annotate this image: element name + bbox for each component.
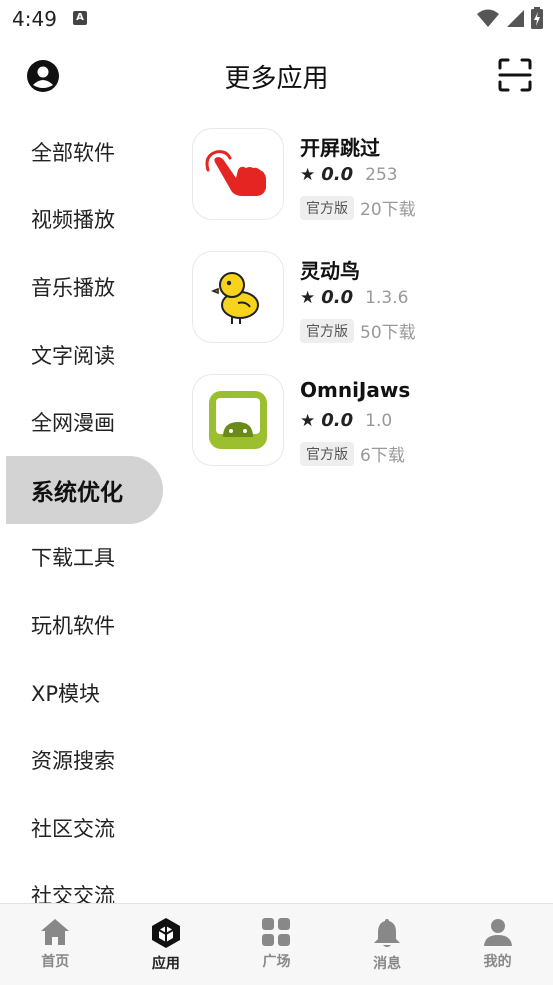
sidebar-item-comics[interactable]: 全网漫画 (6, 388, 178, 456)
sidebar-item-video[interactable]: 视频播放 (6, 186, 178, 254)
scan-button[interactable] (498, 58, 532, 92)
star-icon: ★ (300, 287, 316, 308)
download-count: 20下载 (360, 200, 416, 220)
sidebar-item-resource-search[interactable]: 资源搜索 (6, 726, 178, 794)
tab-square[interactable]: 广场 (221, 904, 332, 985)
notification-icon: A (73, 11, 87, 25)
sidebar-item-system-optimization[interactable]: 系统优化 (6, 455, 163, 524)
app-version: 1.0 (365, 410, 393, 431)
download-count: 6下载 (360, 446, 405, 466)
cube-icon (151, 918, 180, 948)
app-tags: 官方版 20下载 (300, 195, 416, 220)
tab-home[interactable]: 首页 (0, 904, 111, 985)
tap-hand-icon (205, 150, 266, 196)
app-name: 灵动鸟 (300, 259, 360, 283)
app-list-item[interactable]: 灵动鸟 ★ 0.0 1.3.6 官方版 50下载 (192, 251, 542, 374)
sidebar-item-community[interactable]: 社区交流 (6, 794, 178, 862)
sidebar-item-download-tools[interactable]: 下载工具 (6, 524, 178, 592)
star-icon: ★ (300, 164, 316, 185)
home-icon (41, 919, 70, 945)
app-version: 1.3.6 (365, 287, 409, 308)
sidebar-item-xp-modules[interactable]: XP模块 (6, 659, 178, 727)
tab-square-label: 广场 (262, 954, 291, 970)
sidebar-item-music[interactable]: 音乐播放 (6, 253, 178, 321)
android-icon (209, 391, 267, 449)
sidebar-item-all-software[interactable]: 全部软件 (6, 118, 178, 186)
app-name: OmniJaws (300, 378, 411, 402)
official-badge: 官方版 (300, 441, 354, 466)
app-list-item[interactable]: 开屏跳过 ★ 0.0 253 官方版 20下载 (192, 128, 542, 251)
status-bar: 4:49 A (0, 0, 553, 38)
chick-icon (210, 272, 259, 324)
sidebar-item-device-tools[interactable]: 玩机软件 (6, 591, 178, 659)
app-rating: 0.0 (321, 410, 354, 431)
official-badge: 官方版 (300, 318, 354, 343)
tab-home-label: 首页 (41, 954, 70, 970)
app-icon (192, 374, 284, 466)
tab-messages[interactable]: 消息 (332, 904, 443, 985)
bell-icon (374, 919, 401, 947)
scan-icon (498, 58, 532, 92)
page-title: 更多应用 (224, 64, 329, 94)
tab-profile[interactable]: 我的 (442, 904, 553, 985)
star-icon: ★ (300, 410, 316, 431)
tab-profile-label: 我的 (483, 954, 512, 970)
app-meta: ★ 0.0 253 (300, 164, 398, 185)
app-list-item[interactable]: OmniJaws ★ 0.0 1.0 官方版 6下载 (192, 374, 542, 497)
sidebar-item-reading[interactable]: 文字阅读 (6, 321, 178, 389)
signal-icon (507, 10, 524, 27)
app-tags: 官方版 50下载 (300, 318, 416, 343)
sidebar-item-social[interactable]: 社交交流 (6, 862, 178, 903)
person-icon (483, 919, 512, 946)
bottom-navigation: 首页 应用 广场 消息 我的 (0, 903, 553, 985)
grid-icon (262, 918, 291, 946)
tab-messages-label: 消息 (373, 956, 402, 972)
official-badge: 官方版 (300, 195, 354, 220)
wifi-icon (477, 9, 499, 27)
app-name: 开屏跳过 (300, 136, 380, 160)
app-list: 开屏跳过 ★ 0.0 253 官方版 20下载 灵动鸟 ★ 0.0 1.3.6 … (192, 128, 542, 497)
app-tags: 官方版 6下载 (300, 441, 405, 466)
tab-apps-label: 应用 (151, 956, 180, 972)
status-time: 4:49 (12, 7, 57, 31)
app-meta: ★ 0.0 1.0 (300, 410, 392, 431)
app-meta: ★ 0.0 1.3.6 (300, 287, 408, 308)
app-icon (192, 128, 284, 220)
app-header: 更多应用 (0, 38, 553, 118)
app-rating: 0.0 (321, 164, 354, 185)
app-version: 253 (365, 164, 398, 185)
app-icon (192, 251, 284, 343)
app-rating: 0.0 (321, 287, 354, 308)
download-count: 50下载 (360, 323, 416, 343)
battery-icon (531, 7, 543, 29)
category-sidebar: 全部软件 视频播放 音乐播放 文字阅读 全网漫画 系统优化 下载工具 玩机软件 … (6, 118, 178, 903)
tab-apps[interactable]: 应用 (111, 904, 222, 985)
status-icons (477, 7, 543, 29)
